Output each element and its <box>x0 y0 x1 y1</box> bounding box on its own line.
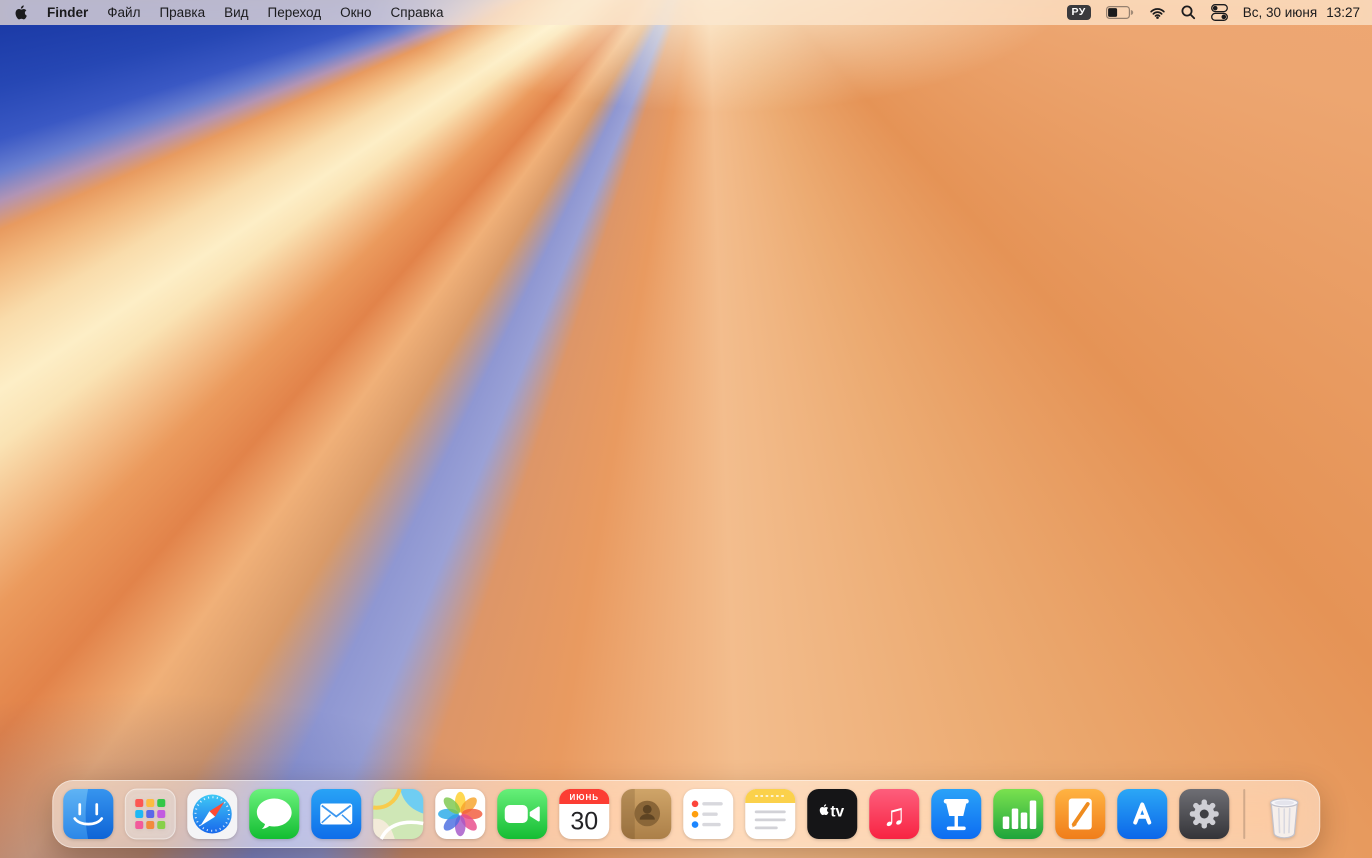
menu-item-file[interactable]: Файл <box>107 5 140 20</box>
menu-bar-status: РУ <box>1067 4 1360 21</box>
music-note-glyph: ♫ <box>883 798 906 833</box>
dock-item-safari[interactable] <box>186 788 238 840</box>
messages-icon <box>248 788 300 840</box>
dock-item-trash[interactable] <box>1258 788 1310 840</box>
spotlight-search-icon[interactable] <box>1181 5 1196 20</box>
dock-separator <box>1243 789 1245 839</box>
app-menu-finder[interactable]: Finder <box>47 5 88 20</box>
dock-item-messages[interactable] <box>248 788 300 840</box>
dock-item-system-settings[interactable] <box>1178 788 1230 840</box>
calendar-day-label: 30 <box>570 808 598 836</box>
contacts-icon <box>620 788 672 840</box>
dock-item-reminders[interactable] <box>682 788 734 840</box>
dock-item-maps[interactable] <box>372 788 424 840</box>
clock-date: Вс, 30 июня <box>1243 5 1317 20</box>
calendar-icon: ИЮНЬ 30 <box>558 788 610 840</box>
keynote-icon <box>930 788 982 840</box>
safari-icon <box>186 788 238 840</box>
dock: ИЮНЬ 30 <box>52 780 1320 848</box>
pages-icon <box>1054 788 1106 840</box>
trash-icon <box>1258 788 1310 840</box>
facetime-icon <box>496 788 548 840</box>
dock-item-music[interactable]: ♫ <box>868 788 920 840</box>
app-store-icon <box>1116 788 1168 840</box>
dock-item-pages[interactable] <box>1054 788 1106 840</box>
menu-item-view[interactable]: Вид <box>224 5 248 20</box>
tv-app-icon: tv <box>806 788 858 840</box>
tv-label: tv <box>830 804 844 821</box>
settings-gear-icon <box>1178 788 1230 840</box>
dock-item-finder[interactable] <box>62 788 114 840</box>
reminders-icon <box>682 788 734 840</box>
mail-icon <box>310 788 362 840</box>
dock-item-tv[interactable]: tv <box>806 788 858 840</box>
photos-icon <box>434 788 486 840</box>
menu-item-go[interactable]: Переход <box>268 5 322 20</box>
clock-time: 13:27 <box>1326 5 1360 20</box>
control-center-icon[interactable] <box>1211 4 1228 21</box>
finder-icon <box>62 788 114 840</box>
dock-item-facetime[interactable] <box>496 788 548 840</box>
menu-bar-clock[interactable]: Вс, 30 июня 13:27 <box>1243 5 1360 20</box>
menu-item-help[interactable]: Справка <box>391 5 444 20</box>
dock-item-photos[interactable] <box>434 788 486 840</box>
dock-item-keynote[interactable] <box>930 788 982 840</box>
music-icon: ♫ <box>868 788 920 840</box>
maps-icon <box>372 788 424 840</box>
wifi-icon[interactable] <box>1149 6 1166 19</box>
menu-item-window[interactable]: Окно <box>340 5 371 20</box>
menu-bar: Finder Файл Правка Вид Переход Окно Спра… <box>0 0 1372 25</box>
dock-item-app-store[interactable] <box>1116 788 1168 840</box>
apple-menu[interactable] <box>14 4 28 21</box>
dock-item-numbers[interactable] <box>992 788 1044 840</box>
apple-icon <box>14 4 28 21</box>
notes-icon <box>744 788 796 840</box>
calendar-month-label: ИЮНЬ <box>569 793 599 802</box>
dock-item-notes[interactable] <box>744 788 796 840</box>
wallpaper <box>0 0 1372 858</box>
input-source-badge[interactable]: РУ <box>1067 5 1091 21</box>
dock-item-launchpad[interactable] <box>124 788 176 840</box>
launchpad-icon <box>124 788 176 840</box>
menu-item-edit[interactable]: Правка <box>159 5 205 20</box>
desktop: Finder Файл Правка Вид Переход Окно Спра… <box>0 0 1372 858</box>
battery-icon[interactable] <box>1106 6 1134 19</box>
dock-item-mail[interactable] <box>310 788 362 840</box>
menu-bar-left: Finder Файл Правка Вид Переход Окно Спра… <box>14 4 443 21</box>
dock-item-contacts[interactable] <box>620 788 672 840</box>
dock-item-calendar[interactable]: ИЮНЬ 30 <box>558 788 610 840</box>
numbers-icon <box>992 788 1044 840</box>
